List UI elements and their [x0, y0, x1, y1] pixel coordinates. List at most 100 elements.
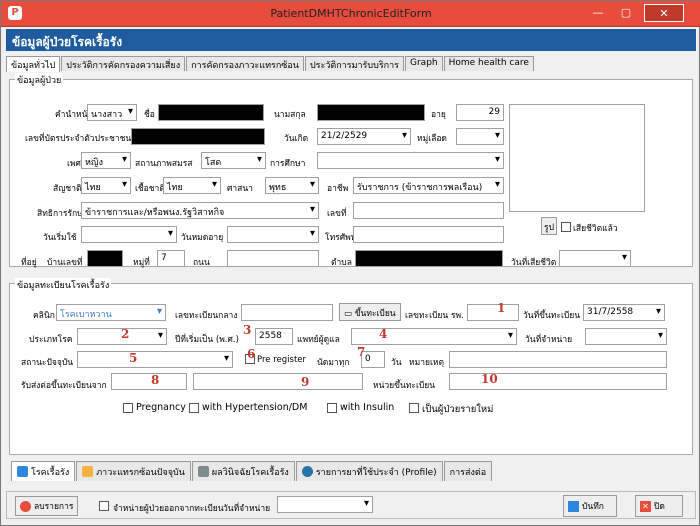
- tab-risk-screening[interactable]: ประวัติการคัดกรองความเสี่ยง: [61, 56, 186, 71]
- right-no-input[interactable]: [353, 202, 504, 219]
- sex-label: เพศ: [67, 159, 81, 169]
- register-button-label: ขึ้นทะเบียน: [354, 309, 396, 319]
- right-label: สิทธิการรักษา: [37, 209, 88, 219]
- tab-complication-screening[interactable]: การคัดกรองภาวะแทรกซ้อน: [186, 56, 304, 71]
- note-input[interactable]: [449, 351, 667, 368]
- pre-register-label: Pre register: [257, 355, 306, 365]
- photo-button[interactable]: รูป: [541, 217, 557, 235]
- house-no-input[interactable]: [87, 250, 123, 267]
- pregnancy-checkbox[interactable]: [123, 403, 133, 413]
- tab-visit-history[interactable]: ประวัติการมารับบริการ: [304, 56, 404, 71]
- new-patient-label: เป็นผู้ป่วยรายใหม่: [422, 404, 494, 415]
- road-label: ถนน: [193, 258, 210, 268]
- save-button[interactable]: บันทึก: [563, 495, 617, 517]
- occupation-select[interactable]: รับราชการ (ข้าราชการพลเรือน): [353, 177, 504, 194]
- surname-input[interactable]: [317, 104, 425, 121]
- race-select[interactable]: ไทย: [81, 177, 131, 194]
- death-date-picker[interactable]: [559, 250, 631, 267]
- central-no-label: เลขทะเบียนกลาง: [175, 311, 238, 321]
- marital-select[interactable]: โสด: [201, 152, 266, 169]
- discharge-label: วันที่จำหน่าย: [525, 335, 573, 345]
- start-date-picker[interactable]: [81, 226, 177, 243]
- marker-1: 1: [497, 301, 506, 315]
- tab-graph[interactable]: Graph: [405, 56, 443, 71]
- btab-complication-label: ภาวะแทรกซ้อนปัจจุบัน: [96, 467, 185, 478]
- btab-refer-label: การส่งต่อ: [449, 467, 487, 478]
- house-no-label: บ้านเลขที่: [47, 258, 83, 268]
- footer-discharge-date-picker[interactable]: [277, 496, 373, 513]
- education-label: การศึกษา: [270, 159, 306, 169]
- transfer-code-input[interactable]: [111, 373, 187, 390]
- nation-select[interactable]: ไทย: [163, 177, 221, 194]
- age-label: อายุ: [431, 110, 446, 120]
- bottom-tabs: โรคเรื้อรัง ภาวะแทรกซ้อนปัจจุบัน ผลวินิจ…: [11, 461, 493, 481]
- btab-diagnosis[interactable]: ผลวินิจฉัยโรคเรื้อรัง: [191, 461, 295, 481]
- expire-date-picker[interactable]: [227, 226, 319, 243]
- right-select[interactable]: ข้าราชการและ/หรือพนง.รัฐวิสาหกิจ: [81, 202, 319, 219]
- reg-date-picker[interactable]: 31/7/2558: [583, 304, 665, 321]
- delete-button[interactable]: ลบรายการ: [15, 496, 79, 516]
- new-patient-checkbox[interactable]: [409, 403, 419, 413]
- chat-icon: [301, 466, 313, 477]
- btab-drug-profile-label: รายการยาที่ใช้ประจำ (Profile): [315, 467, 437, 478]
- maximize-icon[interactable]: ▢: [615, 4, 637, 22]
- insulin-label: with Insulin: [340, 402, 395, 413]
- btab-drug-profile[interactable]: รายการยาที่ใช้ประจำ (Profile): [295, 461, 443, 481]
- cid-input[interactable]: [131, 128, 265, 145]
- blood-select[interactable]: [456, 128, 504, 145]
- close-button[interactable]: ✕ ปิด: [635, 495, 683, 517]
- name-input[interactable]: [158, 104, 264, 121]
- close-button-icon: ✕: [640, 500, 651, 512]
- main-tabs: ข้อมูลทั่วไป ประวัติการคัดกรองความเสี่ยง…: [6, 56, 535, 72]
- occupation-label: อาชีพ: [327, 184, 349, 194]
- dead-checkbox[interactable]: [561, 222, 571, 232]
- hosp-no-label: เลขทะเบียน รพ.: [405, 311, 464, 321]
- road-input[interactable]: [227, 250, 319, 267]
- window: P PatientDMHTChronicEditForm — ▢ ✕ ข้อมู…: [0, 0, 700, 526]
- year-input[interactable]: 2558: [255, 328, 293, 345]
- sex-select[interactable]: หญิง: [81, 152, 131, 169]
- address-area-input[interactable]: [355, 250, 503, 267]
- clinic-select[interactable]: โรคเบาหวาน: [56, 304, 166, 321]
- tambon-label: ตำบล: [331, 258, 352, 268]
- discharge-checkbox[interactable]: [99, 501, 109, 511]
- education-select[interactable]: [317, 152, 504, 169]
- form-header: ข้อมูลผู้ป่วยโรคเรื้อรัง: [6, 29, 696, 51]
- btab-complication[interactable]: ภาวะแทรกซ้อนปัจจุบัน: [76, 461, 191, 481]
- close-icon[interactable]: ✕: [644, 4, 684, 22]
- discharge-date-picker[interactable]: [585, 328, 667, 345]
- btab-chronic[interactable]: โรคเรื้อรัง: [11, 461, 76, 481]
- central-no-input[interactable]: [241, 304, 333, 321]
- tab-general[interactable]: ข้อมูลทั่วไป: [6, 56, 61, 72]
- religion-select[interactable]: พุทธ: [265, 177, 319, 194]
- hosp-no-input[interactable]: [467, 304, 519, 321]
- transfer-name-input[interactable]: [193, 373, 363, 390]
- btab-refer[interactable]: การส่งต่อ: [443, 461, 493, 481]
- unit-label: หน่วยขึ้นทะเบียน: [373, 381, 436, 391]
- chronic-icon: [17, 466, 28, 477]
- reg-date-label: วันที่ขึ้นทะเบียน: [523, 311, 581, 321]
- marker-6: 6: [247, 347, 256, 361]
- tab-home-health-care[interactable]: Home health care: [443, 56, 534, 71]
- prefix-select[interactable]: นางสาว: [87, 104, 137, 121]
- phone-input[interactable]: [353, 226, 504, 243]
- register-icon: ▭: [344, 309, 355, 319]
- insulin-checkbox[interactable]: [327, 403, 337, 413]
- day-label: วัน: [391, 358, 402, 368]
- birth-date-picker[interactable]: 21/2/2529: [317, 128, 411, 145]
- status-label: สถานะปัจจุบัน: [21, 358, 74, 368]
- year-label: ปีที่เริ่มเป็น (พ.ศ.): [175, 335, 239, 345]
- save-icon: [568, 500, 579, 512]
- name-label: ชื่อ: [144, 110, 155, 120]
- register-button[interactable]: ▭ ขึ้นทะเบียน: [339, 303, 401, 321]
- minimize-icon[interactable]: —: [587, 4, 609, 22]
- hypertension-checkbox[interactable]: [189, 403, 199, 413]
- registry-group-title: ข้อมูลทะเบียนโรคเรื้อรัง: [15, 278, 112, 292]
- age-input[interactable]: 29: [456, 104, 504, 121]
- marker-3: 3: [243, 323, 252, 337]
- doctor-select[interactable]: [351, 328, 517, 345]
- marker-9: 9: [301, 375, 310, 389]
- status-select[interactable]: [77, 351, 233, 368]
- moo-input[interactable]: 7: [157, 250, 185, 267]
- surname-label: นามสกุล: [274, 110, 306, 120]
